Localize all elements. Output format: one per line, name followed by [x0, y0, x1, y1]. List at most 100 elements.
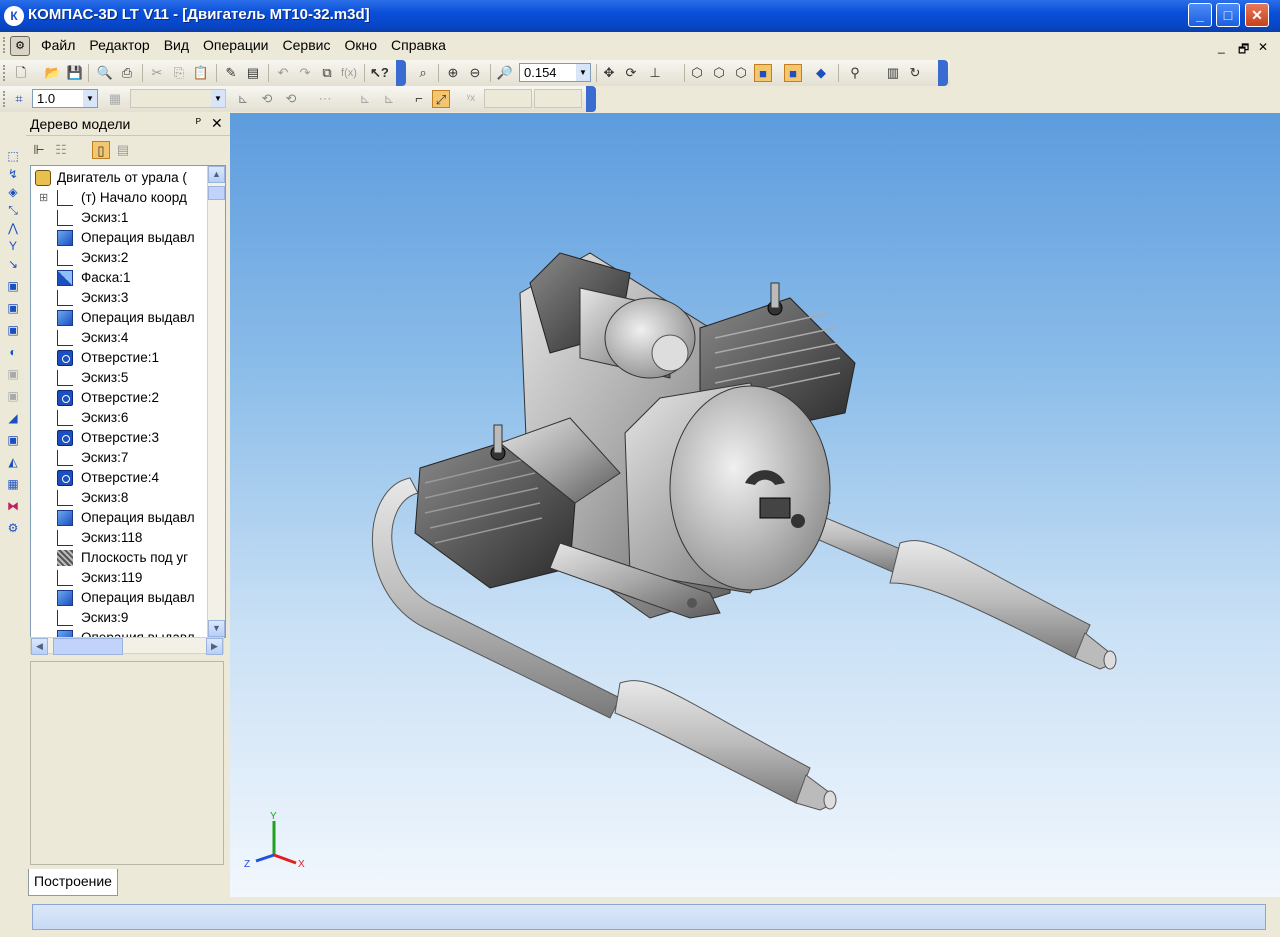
print-icon[interactable]: ⎙: [118, 64, 136, 82]
filter-icon[interactable]: ⚲: [846, 64, 864, 82]
tree-item[interactable]: ⊞ (т) Начало коорд: [31, 188, 211, 208]
perspective-icon[interactable]: ◆: [812, 64, 830, 82]
step-value-combo[interactable]: 1.0 ▼: [32, 89, 98, 108]
help-cursor-icon[interactable]: ↖?: [370, 64, 389, 82]
tree-settings-icon[interactable]: ▤: [114, 141, 132, 159]
kinematic-icon[interactable]: ▣: [4, 321, 22, 339]
tree-item[interactable]: Операция выдавл: [31, 308, 211, 328]
panel-close-button[interactable]: ✕: [211, 115, 223, 132]
redo-icon[interactable]: ↷: [296, 64, 314, 82]
mirror-icon[interactable]: ⧓: [4, 497, 22, 515]
ortho-mode-icon[interactable]: ⌐: [410, 90, 428, 108]
snap-icon[interactable]: ⤢: [432, 90, 450, 108]
tree-structure-icon[interactable]: ⊩: [30, 141, 48, 159]
tree-item[interactable]: Операция выдавл: [31, 228, 211, 248]
scroll-up-icon[interactable]: ▲: [208, 166, 225, 183]
engine-model[interactable]: [230, 113, 1280, 897]
rotate-tool-icon[interactable]: ▣: [4, 299, 22, 317]
tree-item[interactable]: Операция выдавл: [31, 588, 211, 608]
manager-icon[interactable]: ▥: [884, 64, 902, 82]
tree-item[interactable]: Эскиз:118: [31, 528, 211, 548]
coord-x-field[interactable]: [484, 89, 532, 108]
edit-part-icon[interactable]: ⟲: [258, 90, 276, 108]
scroll-left-icon[interactable]: ◀: [31, 638, 48, 655]
toolbar-end-chevron[interactable]: [586, 86, 596, 112]
layer-combo[interactable]: ▼: [130, 89, 226, 108]
spec-icon[interactable]: ⚙: [4, 519, 22, 537]
shaded-icon[interactable]: ■: [754, 64, 772, 82]
minimize-button[interactable]: _: [1188, 3, 1212, 27]
halftone-icon[interactable]: ⬡: [732, 64, 750, 82]
tree-item[interactable]: Эскиз:8: [31, 488, 211, 508]
document-system-menu-icon[interactable]: ⚙: [10, 36, 30, 56]
local-cs-icon[interactable]: ⊾: [356, 90, 374, 108]
tree-item[interactable]: Эскиз:7: [31, 448, 211, 468]
measure-icon[interactable]: Y: [4, 237, 22, 255]
tree-item[interactable]: Эскиз:4: [31, 328, 211, 348]
paste-icon[interactable]: 📋: [192, 64, 210, 82]
tree-item[interactable]: Эскиз:6: [31, 408, 211, 428]
maximize-button[interactable]: □: [1216, 3, 1240, 27]
extrude-tool-icon[interactable]: ▣: [4, 277, 22, 295]
tree-item[interactable]: Фаска:1: [31, 268, 211, 288]
zoom-frame-icon[interactable]: ⌕: [414, 64, 432, 82]
mdi-restore-button[interactable]: 🗗: [1238, 40, 1249, 61]
layer-icon[interactable]: ▦: [106, 90, 124, 108]
loft-icon[interactable]: ◐: [4, 343, 22, 361]
orthogonal-icon[interactable]: ⊾: [380, 90, 398, 108]
shaded-edges-icon[interactable]: ■: [784, 64, 802, 82]
menu-help[interactable]: Справка: [384, 37, 453, 53]
tree-vertical-scrollbar[interactable]: ▲ ▼: [207, 166, 225, 637]
close-button[interactable]: ✕: [1245, 3, 1269, 27]
mdi-close-button[interactable]: ✕: [1258, 40, 1268, 54]
tree-item[interactable]: Эскиз:3: [31, 288, 211, 308]
array-icon[interactable]: ▦: [4, 475, 22, 493]
aux-geometry-icon[interactable]: ⋀: [4, 219, 22, 237]
kompas-logo-icon[interactable]: К: [4, 6, 24, 26]
surfaces-icon[interactable]: ◈: [4, 183, 22, 201]
toolbar-end-chevron[interactable]: [938, 60, 948, 86]
zoom-scale-icon[interactable]: 🔎: [496, 64, 514, 82]
scroll-right-icon[interactable]: ▶: [206, 638, 223, 655]
grid-step-icon[interactable]: ⌗: [10, 90, 28, 108]
fillet-icon[interactable]: ◢: [4, 409, 22, 427]
tree-item[interactable]: Операция выдавл: [31, 508, 211, 528]
menu-view[interactable]: Вид: [157, 37, 196, 53]
chevron-down-icon[interactable]: ▼: [576, 64, 590, 81]
select-tool-icon[interactable]: ⬚: [4, 147, 22, 165]
menu-editor[interactable]: Редактор: [82, 37, 156, 53]
section-icon[interactable]: ▣: [4, 387, 22, 405]
open-icon[interactable]: 📂: [44, 64, 62, 82]
pin-icon[interactable]: ᴾ: [196, 116, 201, 130]
variables-icon[interactable]: f(x): [340, 64, 358, 82]
tree-root[interactable]: Двигатель от урала (: [31, 168, 211, 188]
tree-item[interactable]: Отверстие:1: [31, 348, 211, 368]
dimensions-icon[interactable]: ↘: [4, 255, 22, 273]
sketch-mode-icon[interactable]: ⊾: [234, 90, 252, 108]
tree-item[interactable]: Эскиз:1: [31, 208, 211, 228]
wireframe-icon[interactable]: ⬡: [688, 64, 706, 82]
tree-view-icon[interactable]: ☷: [52, 141, 70, 159]
copy-icon[interactable]: ⎘: [170, 64, 188, 82]
zoom-in-icon[interactable]: ⊕: [444, 64, 462, 82]
tree-item[interactable]: Отверстие:3: [31, 428, 211, 448]
properties-icon[interactable]: ▤: [244, 64, 262, 82]
scroll-down-icon[interactable]: ▼: [208, 620, 225, 637]
toolbar-grip[interactable]: [3, 65, 8, 81]
cut-icon[interactable]: ✂: [148, 64, 166, 82]
orientation-icon[interactable]: ⊥: [646, 64, 664, 82]
spatial-curves-icon[interactable]: ⤡: [4, 201, 22, 219]
rib-icon[interactable]: ◭: [4, 453, 22, 471]
grid-icon[interactable]: ⋯: [316, 90, 334, 108]
edit-component-icon[interactable]: ⟲: [282, 90, 300, 108]
format-painter-icon[interactable]: ✎: [222, 64, 240, 82]
mdi-minimize-button[interactable]: _: [1218, 40, 1225, 54]
hidden-lines-icon[interactable]: ⬡: [710, 64, 728, 82]
tree-item[interactable]: Эскиз:119: [31, 568, 211, 588]
rotate-icon[interactable]: ⟳: [622, 64, 640, 82]
tree-item[interactable]: Отверстие:4: [31, 468, 211, 488]
tree-horizontal-scrollbar[interactable]: ◀ ▶: [30, 637, 224, 655]
libraries-icon[interactable]: ⧉: [318, 64, 336, 82]
tree-item[interactable]: Плоскость под уг: [31, 548, 211, 568]
scroll-thumb[interactable]: [53, 638, 123, 655]
